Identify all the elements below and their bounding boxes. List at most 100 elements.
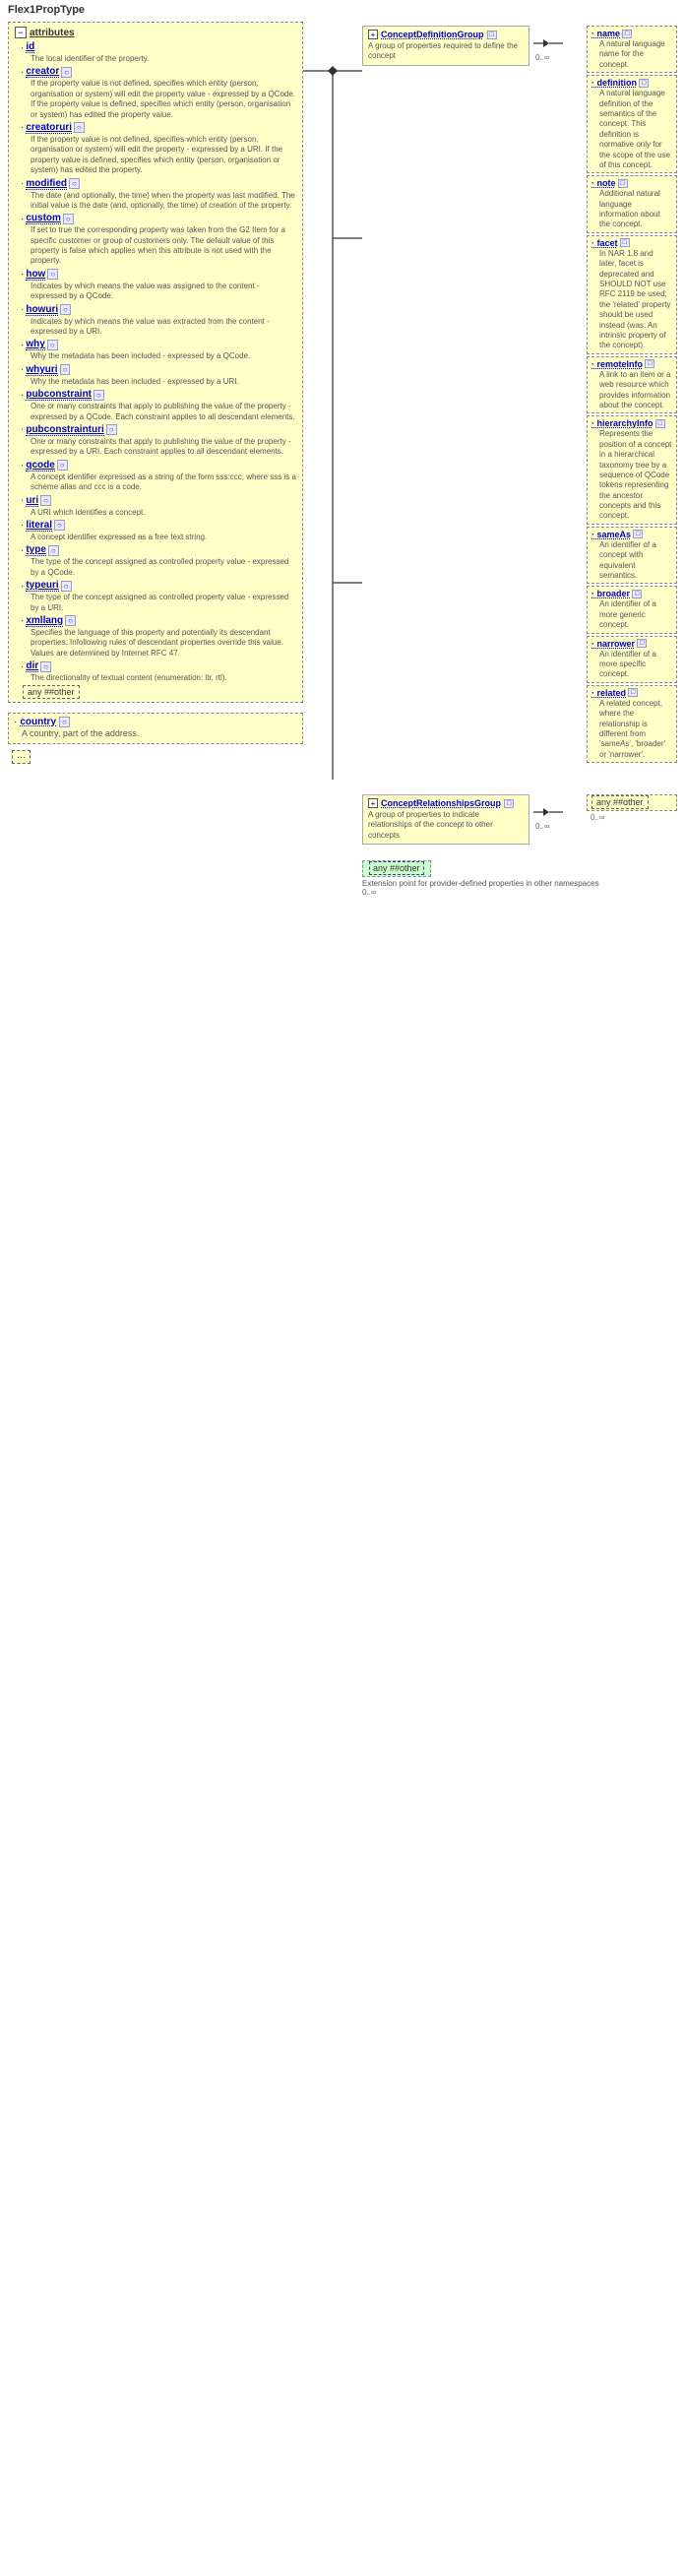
bullet-type: · <box>21 545 24 556</box>
bottom-any-section: any ##other Extension point for provider… <box>362 860 677 897</box>
cdg-item-name-hierarchyInfo[interactable]: · hierarchyInfo <box>592 418 654 428</box>
cdg-item-note: · note□Additional natural language infor… <box>587 175 677 233</box>
attr-item-pubconstrainturi: ·pubconstrainturi○One or many constraint… <box>15 424 296 458</box>
attr-desc-uri: A URI which identifies a concept. <box>31 508 296 518</box>
bullet-dir: · <box>21 661 24 672</box>
attr-name-pubconstraint[interactable]: pubconstraint <box>26 389 92 401</box>
attr-name-row-modified: ·modified○ <box>21 178 296 190</box>
attr-name-id[interactable]: id <box>26 41 34 53</box>
crg-any-badge: any ##other <box>592 795 649 809</box>
cdg-item-name-sameAs[interactable]: · sameAs <box>592 530 631 539</box>
cdg-right-items: · name□A natural language name for the c… <box>587 26 677 763</box>
cdg-item-name-broader[interactable]: · broader <box>592 589 630 598</box>
attr-name-row-uri: ·uri○ <box>21 495 296 507</box>
attr-desc-pubconstraint: One or many constraints that apply to pu… <box>31 402 296 422</box>
collapse-button[interactable]: − <box>15 27 27 38</box>
cdg-item-broader: · broader□An identifier of a more generi… <box>587 586 677 633</box>
left-connector: ··· <box>12 752 303 763</box>
attr-desc-typeuri: The type of the concept assigned as cont… <box>31 593 296 613</box>
attr-badge-whyuri: ○ <box>60 364 71 375</box>
attr-item-creatoruri: ·creatoruri○If the property value is not… <box>15 122 296 176</box>
attr-badge-literal: ○ <box>54 520 65 531</box>
attr-name-creator[interactable]: creator <box>26 66 59 78</box>
cdg-item-name-facet[interactable]: · facet <box>592 238 618 248</box>
attr-desc-pubconstrainturi: One or many constraints that apply to pu… <box>31 437 296 458</box>
attr-name-literal[interactable]: literal <box>26 520 52 532</box>
attr-desc-id: The local identifier of the property. <box>31 54 296 64</box>
attr-desc-creator: If the property value is not defined, sp… <box>31 79 296 120</box>
cdg-item-name-narrower[interactable]: · narrower <box>592 639 635 649</box>
right-column: + ConceptDefinitionGroup □ A group of pr… <box>362 22 677 897</box>
left-column: − attributes ·idThe local identifier of … <box>8 22 303 897</box>
crg-desc: A group of properties to indicate relati… <box>368 810 524 841</box>
cdg-item-desc-note: Additional natural language information … <box>599 189 672 230</box>
concept-definition-group-box: + ConceptDefinitionGroup □ A group of pr… <box>362 26 529 66</box>
attr-name-dir[interactable]: dir <box>26 660 38 672</box>
attr-name-row-pubconstrainturi: ·pubconstrainturi○ <box>21 424 296 436</box>
bottom-any-text: any ##other <box>369 861 424 875</box>
attr-item-pubconstraint: ·pubconstraint○One or many constraints t… <box>15 389 296 422</box>
attr-name-whyuri[interactable]: whyuri <box>26 364 57 376</box>
attr-badge-modified: ○ <box>69 178 80 189</box>
cdg-badge-broader: □ <box>632 590 642 598</box>
attr-name-row-literal: ·literal○ <box>21 520 296 532</box>
cdg-name-row-note: · note□ <box>592 178 672 188</box>
any-other-badge: any ##other <box>23 687 296 698</box>
attr-badge-pubconstrainturi: ○ <box>106 424 117 435</box>
bullet-pubconstraint: · <box>21 390 24 401</box>
attr-desc-how: Indicates by which means the value was a… <box>31 282 296 302</box>
attr-name-row-xmllang: ·xmllang○ <box>21 615 296 627</box>
cdg-item-desc-broader: An identifier of a more generic concept. <box>599 599 672 630</box>
attr-name-row-dir: ·dir○ <box>21 660 296 672</box>
attr-name-pubconstrainturi[interactable]: pubconstrainturi <box>26 424 103 436</box>
attr-badge-creatoruri: ○ <box>74 122 85 133</box>
attr-item-whyuri: ·whyuri○Why the metadata has been includ… <box>15 364 296 387</box>
cdg-name-row-narrower: · narrower□ <box>592 639 672 649</box>
cdg-item-name-definition[interactable]: · definition <box>592 78 637 88</box>
cdg-item-name-note[interactable]: · note <box>592 178 616 188</box>
attr-item-why: ·why○Why the metadata has been included … <box>15 339 296 361</box>
attr-name-row-type: ·type○ <box>21 544 296 556</box>
bullet-xmllang: · <box>21 615 24 626</box>
bullet-pubconstrainturi: · <box>21 424 24 435</box>
crg-any-multiplicity: 0..∞ <box>591 813 677 822</box>
cdg-conn-svg <box>533 33 583 53</box>
cdg-name-row-sameAs: · sameAs□ <box>592 530 672 539</box>
attr-name-modified[interactable]: modified <box>26 178 67 190</box>
cdg-item-name-related[interactable]: · related <box>592 688 626 698</box>
attr-desc-dir: The directionality of textual content (e… <box>31 673 296 683</box>
attr-item-qcode: ·qcode○A concept identifier expressed as… <box>15 460 296 493</box>
cdg-item-name-remoteInfo[interactable]: · remoteInfo <box>592 359 643 369</box>
cdg-item-name-name[interactable]: · name <box>592 29 620 38</box>
schema-wrapper: Flex1PropType − attributes ·idThe local … <box>0 0 685 901</box>
attr-name-creatoruri[interactable]: creatoruri <box>26 122 72 134</box>
cdg-item-name: · name□A natural language name for the c… <box>587 26 677 73</box>
attr-desc-type: The type of the concept assigned as cont… <box>31 557 296 578</box>
cdg-item-desc-related: A related concept, where the relationshi… <box>599 699 672 760</box>
attr-name-custom[interactable]: custom <box>26 213 61 224</box>
attr-badge-xmllang: ○ <box>65 615 76 626</box>
cdg-badge: □ <box>487 31 497 39</box>
cdg-badge-sameAs: □ <box>633 530 643 538</box>
cdg-title: ConceptDefinitionGroup <box>381 30 484 39</box>
attr-item-dir: ·dir○The directionality of textual conte… <box>15 660 296 683</box>
crg-multiplicity: 0..∞ <box>535 822 550 831</box>
attr-name-xmllang[interactable]: xmllang <box>26 615 63 627</box>
country-badge: ○ <box>59 717 70 727</box>
attr-name-uri[interactable]: uri <box>26 495 38 507</box>
attr-name-how[interactable]: how <box>26 269 45 281</box>
cdg-connector: 0..∞ <box>533 26 583 62</box>
bottom-multiplicity: 0..∞ <box>362 888 677 897</box>
cdg-collapse[interactable]: + <box>368 30 378 39</box>
concept-def-group-row: + ConceptDefinitionGroup □ A group of pr… <box>362 26 677 763</box>
cdg-badge-related: □ <box>628 688 638 697</box>
attr-name-typeuri[interactable]: typeuri <box>26 580 58 592</box>
attr-name-row-howuri: ·howuri○ <box>21 304 296 316</box>
crg-collapse[interactable]: + <box>368 798 378 808</box>
attr-name-qcode[interactable]: qcode <box>26 460 54 471</box>
attr-desc-whyuri: Why the metadata has been included - exp… <box>31 377 296 387</box>
cdg-badge-note: □ <box>618 179 628 188</box>
attr-name-type[interactable]: type <box>26 544 46 556</box>
attr-name-howuri[interactable]: howuri <box>26 304 58 316</box>
attr-name-why[interactable]: why <box>26 339 44 350</box>
